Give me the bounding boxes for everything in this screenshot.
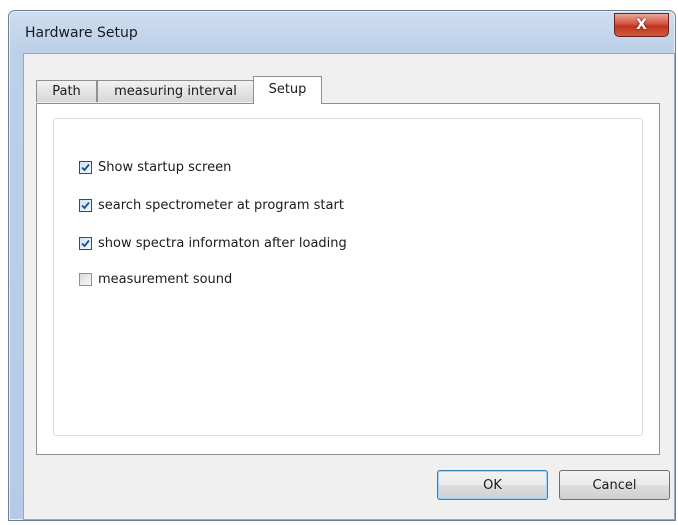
dialog-window: Hardware Setup X Path measuring interval… xyxy=(8,10,676,521)
tab-path[interactable]: Path xyxy=(36,80,97,102)
close-button[interactable]: X xyxy=(614,13,669,37)
dialog-client-area: Path measuring interval Setup Show start… xyxy=(23,53,675,520)
close-icon: X xyxy=(636,17,647,33)
option-show-startup-screen[interactable]: Show startup screen xyxy=(79,158,231,176)
cancel-button[interactable]: Cancel xyxy=(559,470,670,500)
option-label: search spectrometer at program start xyxy=(98,197,344,213)
window-title: Hardware Setup xyxy=(25,25,138,41)
option-search-spectrometer[interactable]: search spectrometer at program start xyxy=(79,196,344,214)
ok-button[interactable]: OK xyxy=(437,470,548,500)
title-bar[interactable]: Hardware Setup X xyxy=(9,11,675,51)
checkbox[interactable] xyxy=(79,160,92,174)
checkbox[interactable] xyxy=(79,272,92,286)
option-label: show spectra informaton after loading xyxy=(98,235,347,251)
tab-measuring-interval[interactable]: measuring interval xyxy=(97,80,254,102)
tab-label: measuring interval xyxy=(114,84,237,99)
tab-setup[interactable]: Setup xyxy=(253,76,322,104)
option-measurement-sound[interactable]: measurement sound xyxy=(79,270,232,288)
option-show-spectra-information[interactable]: show spectra informaton after loading xyxy=(79,234,347,252)
checkbox[interactable] xyxy=(79,236,92,250)
option-label: Show startup screen xyxy=(98,159,232,175)
option-label: measurement sound xyxy=(98,271,233,287)
checkmark-icon xyxy=(81,201,90,209)
tab-label: Path xyxy=(52,84,81,99)
tab-label: Setup xyxy=(268,82,307,97)
checkbox[interactable] xyxy=(79,198,92,212)
tab-panel-setup: Show startup screen search spectrometer … xyxy=(36,103,660,455)
checkmark-icon xyxy=(81,163,90,171)
checkmark-icon xyxy=(81,239,90,247)
options-group: Show startup screen search spectrometer … xyxy=(53,118,643,436)
